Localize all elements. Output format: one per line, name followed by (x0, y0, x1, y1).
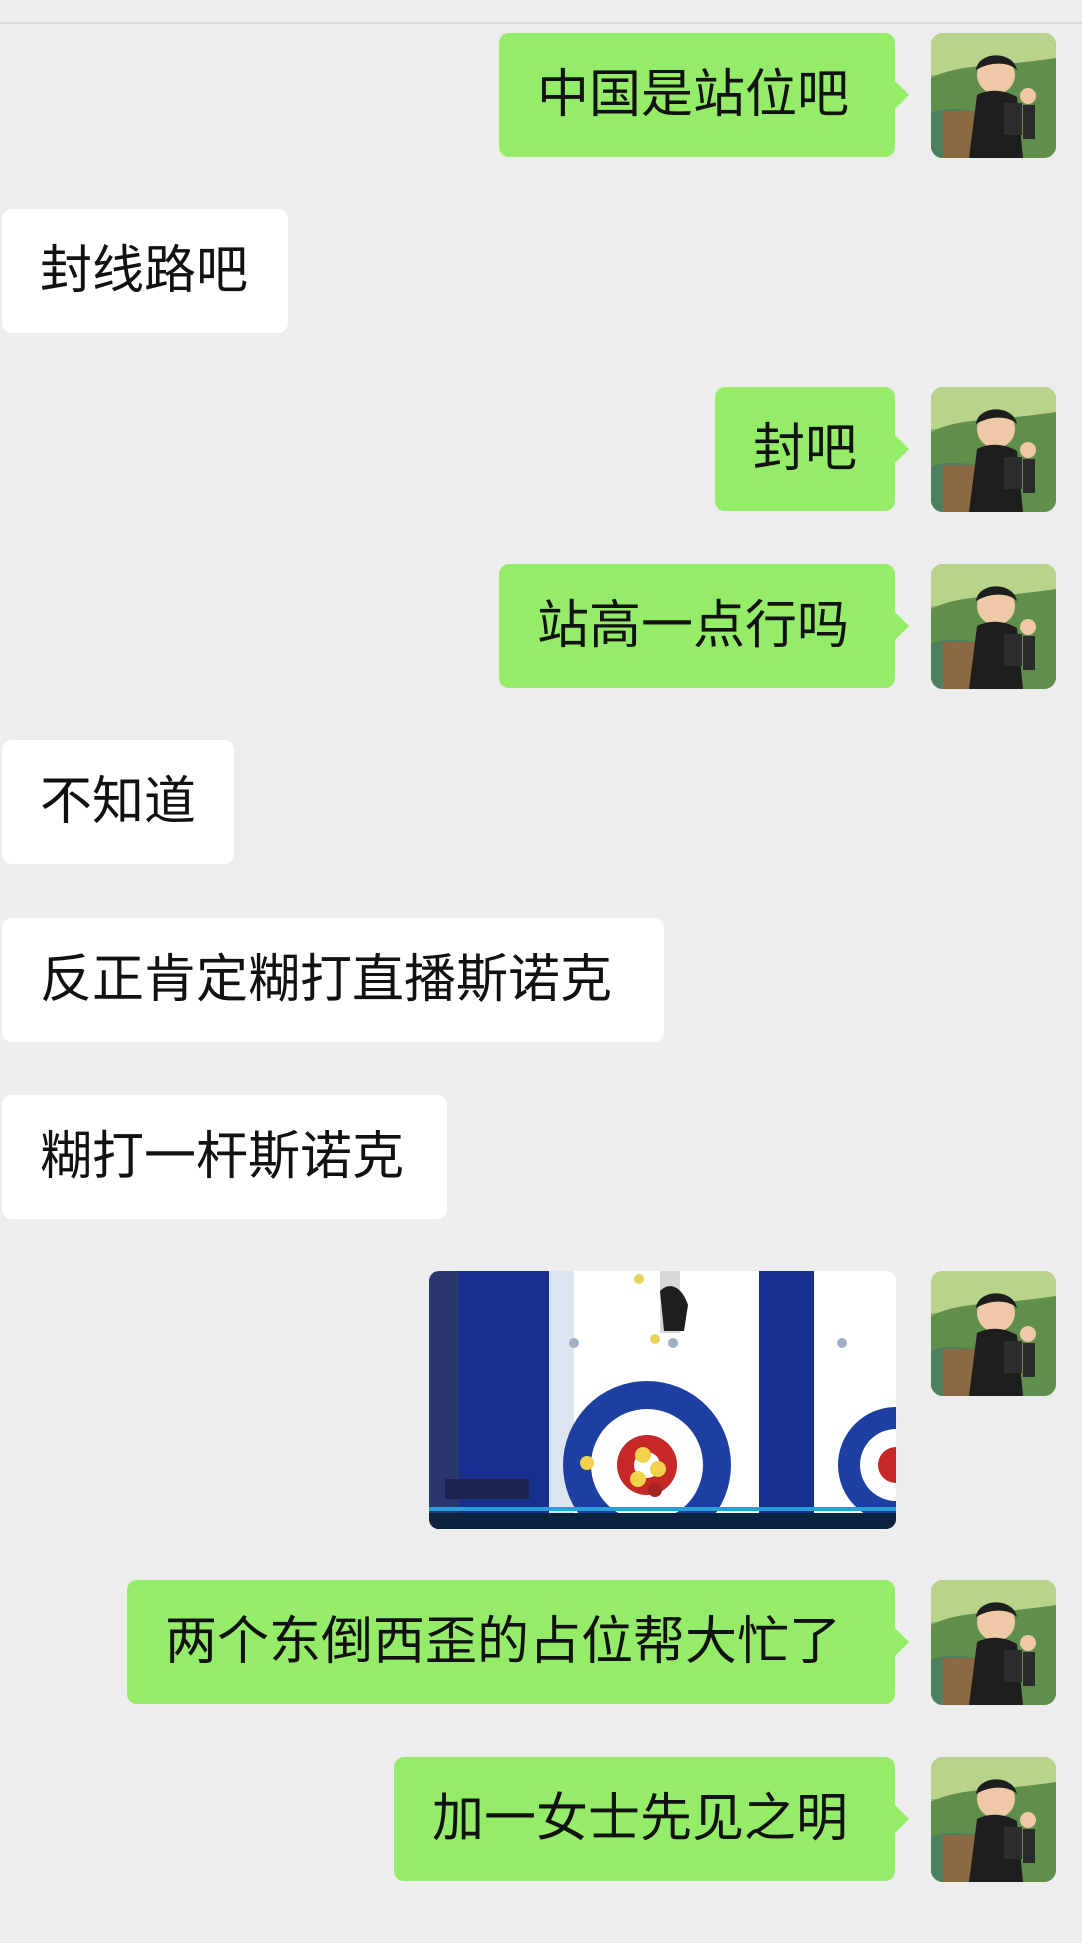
message-text: 糊打一杆斯诺克 (40, 1127, 405, 1187)
user-avatar[interactable] (931, 564, 1056, 689)
user-avatar[interactable] (931, 387, 1056, 512)
message-bubble-outgoing[interactable]: 封吧 (715, 387, 909, 511)
message-text: 封吧 (753, 419, 858, 479)
user-avatar[interactable] (931, 1757, 1056, 1882)
message-bubble-outgoing[interactable]: 加一女士先见之明 (394, 1757, 909, 1881)
message-bubble-outgoing[interactable]: 站高一点行吗 (499, 564, 909, 688)
message-text: 加一女士先见之明 (432, 1789, 849, 1849)
user-avatar[interactable] (931, 1580, 1056, 1705)
message-bubble-incoming[interactable]: 糊打一杆斯诺克 (2, 1095, 447, 1219)
message-bubble-incoming[interactable]: 封线路吧 (2, 209, 288, 333)
message-bubble-incoming[interactable]: 反正肯定糊打直播斯诺克 (2, 918, 664, 1042)
message-text: 站高一点行吗 (537, 596, 850, 656)
message-text: 封线路吧 (40, 241, 249, 301)
user-avatar[interactable] (931, 33, 1056, 158)
image-message[interactable] (429, 1271, 896, 1529)
message-text: 反正肯定糊打直播斯诺克 (40, 950, 613, 1010)
message-bubble-outgoing[interactable]: 两个东倒西歪的占位帮大忙了 (127, 1580, 909, 1704)
chat-thread[interactable]: 中国是站位吧 封线路吧 封吧 站高一点行吗 不知道 反正肯定糊打直播斯诺克 糊打… (0, 0, 1082, 1943)
message-bubble-incoming[interactable]: 不知道 (2, 740, 234, 864)
message-bubble-outgoing[interactable]: 中国是站位吧 (499, 33, 909, 157)
message-text: 不知道 (40, 772, 197, 832)
message-text: 中国是站位吧 (537, 65, 850, 125)
curling-sheet-image (429, 1271, 896, 1529)
user-avatar[interactable] (931, 1271, 1056, 1396)
message-text: 两个东倒西歪的占位帮大忙了 (165, 1612, 842, 1672)
